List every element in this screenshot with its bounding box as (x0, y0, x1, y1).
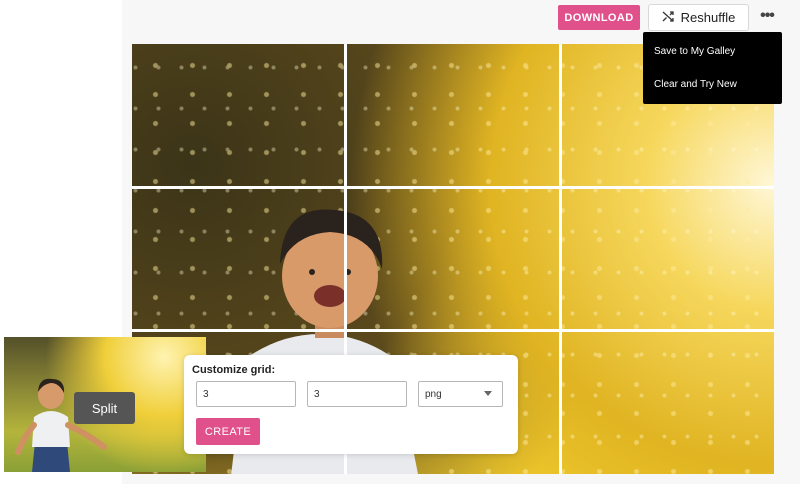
format-select-value: png (425, 388, 442, 400)
create-button[interactable]: CREATE (196, 418, 260, 445)
format-select[interactable]: png (418, 381, 503, 407)
grid-divider-horizontal (132, 329, 774, 332)
more-options-icon[interactable]: ••• (754, 6, 780, 26)
customize-grid-title: Customize grid: (192, 364, 276, 376)
shuffle-icon (662, 10, 675, 26)
download-button[interactable]: DOWNLOAD (558, 5, 640, 30)
split-tooltip[interactable]: Split (74, 392, 135, 424)
customize-grid-panel: Customize grid: 3 3 png CREATE (184, 355, 518, 454)
menu-item-clear-try-new[interactable]: Clear and Try New (654, 79, 737, 90)
chevron-down-icon (484, 391, 492, 396)
reshuffle-button[interactable]: Reshuffle (648, 4, 749, 31)
columns-input[interactable]: 3 (307, 381, 407, 407)
menu-item-save-gallery[interactable]: Save to My Galley (654, 46, 735, 57)
grid-divider-vertical (559, 44, 562, 474)
rows-input[interactable]: 3 (196, 381, 296, 407)
reshuffle-label: Reshuffle (680, 10, 736, 25)
options-menu: Save to My Galley Clear and Try New (643, 32, 782, 104)
grid-divider-horizontal (132, 186, 774, 189)
